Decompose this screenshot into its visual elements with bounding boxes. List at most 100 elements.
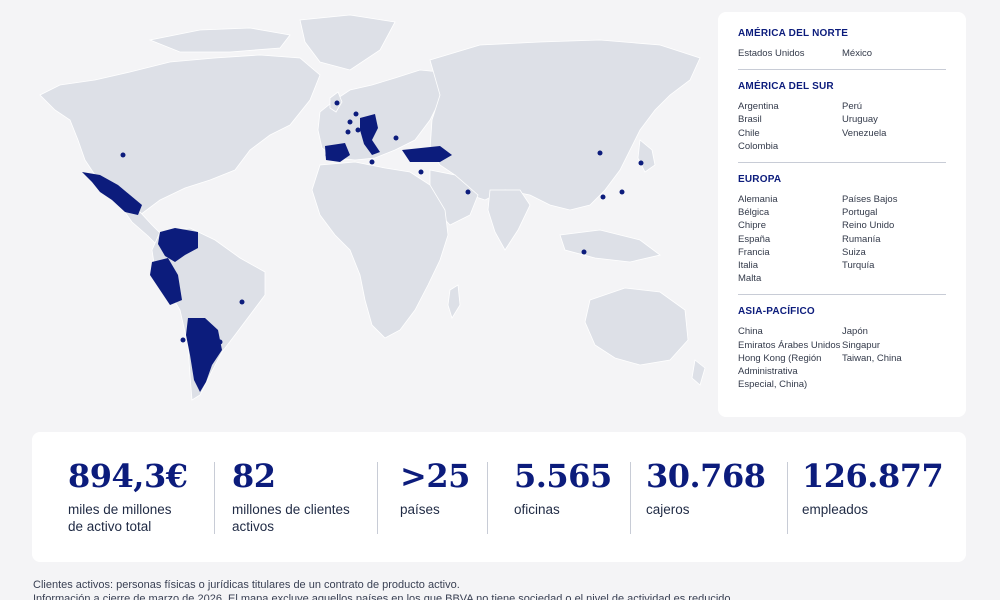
dot-uruguay — [217, 339, 223, 345]
countries-panel: AMÉRICA DEL NORTE Estados Unidos México … — [718, 12, 966, 417]
country-column-2: México — [842, 47, 946, 60]
arctic-islands — [148, 27, 291, 53]
country-item: España — [738, 233, 771, 245]
stat-label-line: empleados — [802, 502, 869, 517]
country-item: Administrativa — [738, 366, 798, 378]
country-item: México — [842, 48, 873, 59]
dot-netherlands — [353, 111, 359, 117]
country-item: Singapur — [842, 339, 881, 351]
country-item: Brasil — [738, 114, 762, 126]
madagascar — [447, 284, 461, 319]
stat-label-line: miles de millones — [68, 502, 172, 517]
country-column-1: China Emiratos Árabes Unidos Hong Kong (… — [738, 325, 842, 391]
stat-label-line: cajeros — [646, 502, 690, 517]
stat-label-line: millones de clientes — [232, 502, 350, 517]
stat-value: >25 — [400, 457, 470, 495]
dot-china — [597, 150, 603, 156]
stat-label-line: de activo total — [68, 518, 152, 534]
stats-card: 894,3€ miles de millones de activo total… — [32, 432, 966, 562]
dot-uk — [334, 100, 340, 106]
stat-employees: 126.877 empleados — [802, 454, 944, 519]
region-europe: EUROPA Alemania Bélgica Chipre España Fr… — [738, 174, 946, 296]
country-item: Bélgica — [738, 207, 770, 219]
region-title: ASIA-PACÍFICO — [738, 306, 815, 318]
country-item: China — [738, 326, 763, 338]
dot-cyprus — [418, 169, 424, 175]
stat-divider — [377, 462, 378, 534]
country-item: Portugal — [842, 207, 878, 219]
stat-label-line: oficinas — [514, 502, 560, 517]
country-grid: Estados Unidos México — [738, 47, 946, 60]
dot-belgium — [347, 119, 353, 125]
stat-active-clients: 82 millones de clientes activos — [232, 454, 350, 535]
footnote-line: Clientes activos: personas físicas o jur… — [33, 579, 460, 591]
footnote-line: Información a cierre de marzo de 2026. E… — [33, 593, 734, 600]
north-america-landmass — [39, 54, 321, 216]
country-column-1: Estados Unidos — [738, 47, 842, 60]
stat-label: millones de clientes activos — [232, 502, 350, 535]
region-title: AMÉRICA DEL NORTE — [738, 28, 849, 39]
africa-landmass — [311, 161, 449, 339]
country-item: Uruguay — [842, 114, 878, 126]
country-item: Estados Unidos — [738, 48, 805, 59]
country-item: Malta — [738, 273, 762, 285]
region-title: EUROPA — [738, 174, 782, 186]
stat-label: empleados — [802, 502, 943, 519]
country-item: Chipre — [738, 220, 766, 232]
country-column-2: Países Bajos Portugal Reino Unido Rumaní… — [842, 193, 946, 285]
country-item: Argentina — [738, 101, 779, 113]
dot-switzerland — [355, 127, 361, 133]
stat-atms: 30.768 cajeros — [646, 454, 766, 519]
region-title: AMÉRICA DEL SUR — [738, 81, 834, 93]
country-item: Francia — [738, 246, 770, 258]
dot-malta — [369, 159, 375, 165]
world-map — [39, 14, 706, 401]
india-subcontinent — [487, 189, 531, 251]
australia-landmass — [584, 287, 689, 366]
new-zealand — [691, 359, 706, 386]
footnote: Clientes activos: personas físicas o jur… — [33, 578, 734, 600]
dot-uae — [465, 189, 471, 195]
country-column-2: Japón Singapur Taiwan, China — [842, 325, 946, 391]
stat-label-line: países — [400, 502, 440, 517]
country-item: Países Bajos — [842, 194, 898, 206]
stat-value: 30.768 — [646, 457, 766, 495]
dot-brazil — [239, 299, 245, 305]
dot-hong-kong — [600, 194, 606, 200]
stat-label: oficinas — [514, 502, 612, 519]
dot-singapore — [581, 249, 587, 255]
stat-value: 126.877 — [802, 457, 944, 495]
stat-countries: >25 países — [400, 454, 470, 519]
country-item: Hong Kong (Región — [738, 352, 822, 364]
stat-value: 82 — [232, 457, 276, 495]
stat-label: países — [400, 502, 470, 519]
stat-total-assets: 894,3€ miles de millones de activo total — [68, 454, 188, 535]
country-item: Italia — [738, 260, 759, 272]
country-item: Perú — [842, 101, 863, 113]
country-column-2: Perú Uruguay Venezuela — [842, 100, 946, 153]
country-item: Taiwan, China — [842, 352, 902, 364]
stat-divider — [487, 462, 488, 534]
country-item: Colombia — [738, 140, 779, 152]
dot-taiwan — [619, 189, 625, 195]
country-column-1: Alemania Bélgica Chipre España Francia I… — [738, 193, 842, 285]
country-item: Especial, China) — [738, 379, 808, 391]
japan-islands — [637, 139, 656, 173]
asia-landmass — [429, 39, 701, 211]
country-item: Venezuela — [842, 127, 887, 139]
stat-label: cajeros — [646, 502, 765, 519]
stat-value: 894,3€ — [68, 457, 188, 495]
greenland — [299, 14, 396, 71]
country-grid: Argentina Brasil Chile Colombia Perú Uru… — [738, 100, 946, 153]
stat-divider — [214, 462, 215, 534]
stat-divider — [630, 462, 631, 534]
dot-portugal — [325, 152, 331, 158]
country-item: Suiza — [842, 246, 866, 258]
stat-divider — [787, 462, 788, 534]
stat-label: miles de millones de activo total — [68, 502, 187, 535]
country-item: Chile — [738, 127, 760, 139]
country-grid: Alemania Bélgica Chipre España Francia I… — [738, 193, 946, 285]
stat-offices: 5.565 oficinas — [514, 454, 612, 519]
country-column-1: Argentina Brasil Chile Colombia — [738, 100, 842, 153]
country-item: Rumanía — [842, 233, 881, 245]
